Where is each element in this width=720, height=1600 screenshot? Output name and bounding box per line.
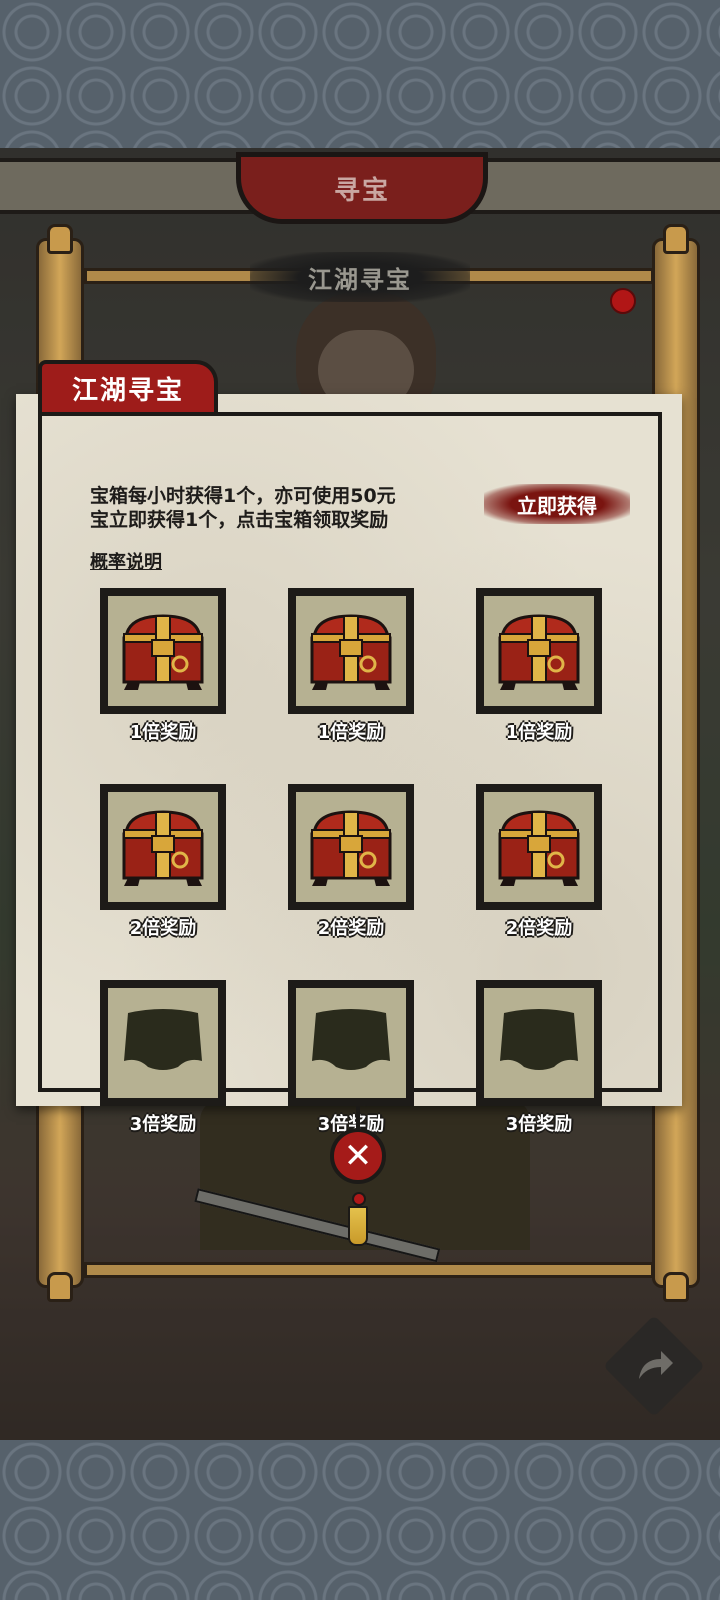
chest-reward-label: 3倍奖励 [505,1114,573,1135]
chest-slot-cell[interactable]: 1倍奖励 [476,588,602,744]
close-icon: ✕ [343,1136,373,1176]
frame-corner [484,694,496,706]
frame-corner [108,1086,120,1098]
chest-slot-frame [288,588,414,714]
chest-slot-frame [100,980,226,1106]
treasure-chest-icon [108,596,218,706]
frame-corner [582,596,594,608]
tassel [348,1206,368,1246]
chest-slot-cell[interactable]: 2倍奖励 [288,784,414,940]
frame-corner [108,890,120,902]
page-title: 寻宝 [333,175,390,206]
frame-corner [296,694,308,706]
chest-slot-cell[interactable]: 3倍奖励 [476,980,602,1136]
frame-corner [394,694,406,706]
chest-reward-label: 2倍奖励 [505,918,573,939]
frame-corner [394,988,406,1000]
chest-reward-label: 1倍奖励 [317,722,385,743]
chest-slot-frame [100,588,226,714]
frame-corner [484,1086,496,1098]
description-line: 宝立即获得1个，点击宝箱领取奖励 [90,509,389,531]
treasure-chest-icon [296,596,406,706]
chest-reward-label: 3倍奖励 [129,1114,197,1135]
top-pattern-band [0,0,720,148]
bottom-pattern-band [0,1440,720,1600]
frame-corner [582,890,594,902]
scroll-banner: 江湖寻宝 [250,252,470,302]
panel-title-tab: 江湖寻宝 [38,360,218,412]
chest-slot-frame [288,980,414,1106]
frame-corner [394,1086,406,1098]
chest-slot-cell[interactable]: 3倍奖励 [100,980,226,1136]
treasure-chest-icon [108,792,218,902]
frame-corner [206,890,218,902]
tassel-knot [352,1192,366,1206]
frame-corner [484,596,496,608]
get-now-label: 立即获得 [517,493,597,518]
frame-corner [206,1086,218,1098]
frame-corner [484,890,496,902]
chest-slot-frame [100,784,226,910]
frame-corner [108,988,120,1000]
chest-reward-label: 1倍奖励 [505,722,573,743]
scroll-cap [47,1272,73,1302]
panel-description: 宝箱每小时获得1个，亦可使用50元 宝立即获得1个，点击宝箱领取奖励 [90,484,490,532]
frame-corner [394,890,406,902]
chest-slot-cell[interactable]: 2倍奖励 [476,784,602,940]
scroll-banner-title: 江湖寻宝 [308,265,412,294]
frame-corner [108,792,120,804]
frame-corner [484,988,496,1000]
frame-corner [206,792,218,804]
treasure-chest-icon [484,596,594,706]
locked-chest-icon [484,988,594,1098]
scroll-cap [663,224,689,254]
frame-corner [296,1086,308,1098]
chest-reward-label: 1倍奖励 [129,722,197,743]
frame-corner [296,792,308,804]
chest-slot-frame [288,784,414,910]
close-button[interactable]: ✕ [330,1128,386,1184]
chest-reward-label: 2倍奖励 [317,918,385,939]
scroll-bottom-bar [84,1262,654,1278]
locked-chest-icon [108,988,218,1098]
frame-corner [484,792,496,804]
locked-chest-icon [296,988,406,1098]
probability-info-link[interactable]: 概率说明 [90,548,162,574]
frame-corner [108,694,120,706]
description-line: 宝箱每小时获得1个，亦可使用50元 [90,485,396,507]
frame-corner [206,694,218,706]
frame-corner [582,988,594,1000]
header-title-tab: 寻宝 [236,152,488,224]
frame-corner [296,890,308,902]
chest-slot-cell[interactable]: 1倍奖励 [100,588,226,744]
frame-corner [582,792,594,804]
frame-corner [206,596,218,608]
chest-slot-cell[interactable]: 3倍奖励 [288,980,414,1136]
frame-corner [582,694,594,706]
scroll-cap [663,1272,689,1302]
frame-corner [296,988,308,1000]
get-now-button[interactable]: 立即获得 [484,484,630,524]
chest-slot-frame [476,980,602,1106]
notification-dot [610,288,636,314]
chest-slot-frame [476,588,602,714]
chest-slot-cell[interactable]: 2倍奖励 [100,784,226,940]
frame-corner [296,596,308,608]
treasure-chest-icon [484,792,594,902]
chest-grid: 1倍奖励 1倍奖励 1倍奖励 2倍奖励 2倍奖励 2倍奖励 3倍奖励 3倍奖励 … [100,588,606,1136]
chest-slot-cell[interactable]: 1倍奖励 [288,588,414,744]
frame-corner [394,596,406,608]
chest-reward-label: 2倍奖励 [129,918,197,939]
chest-slot-frame [476,784,602,910]
frame-corner [582,1086,594,1098]
panel-title: 江湖寻宝 [71,375,184,406]
frame-corner [206,988,218,1000]
treasure-chest-icon [296,792,406,902]
frame-corner [394,792,406,804]
scroll-cap [47,224,73,254]
frame-corner [108,596,120,608]
